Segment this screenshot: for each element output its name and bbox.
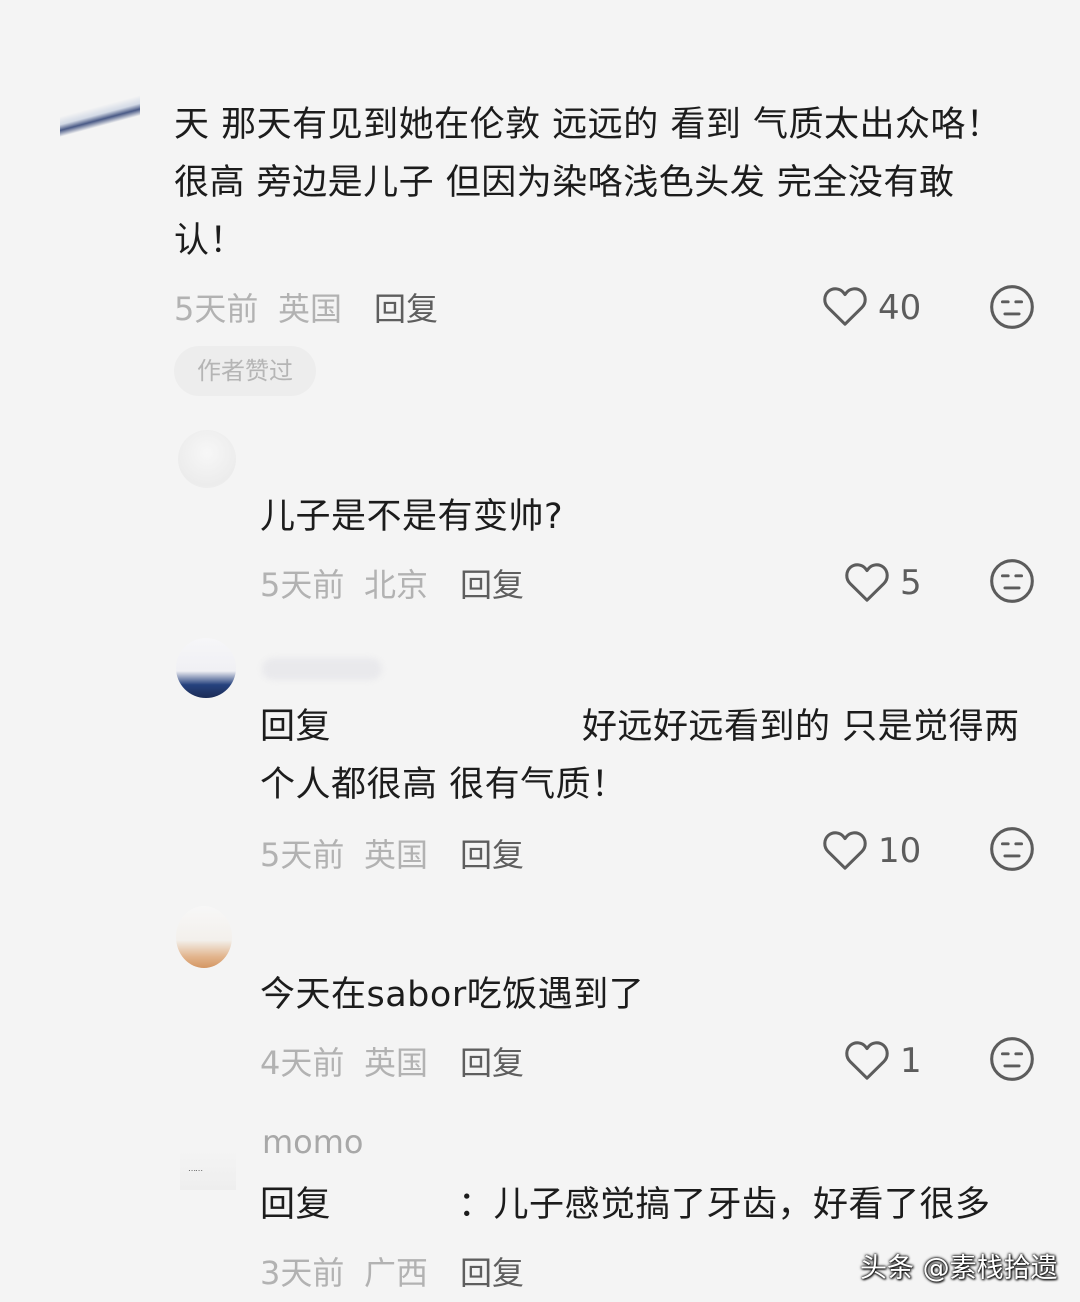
reply-time: 4天前	[260, 1044, 345, 1082]
reply-avatar[interactable]	[176, 638, 236, 698]
commenter-avatar[interactable]	[60, 80, 140, 140]
reply-line: 个人都很高 很有气质！	[260, 765, 627, 805]
comment-line: 很高 旁边是儿子 但因为染咯浅色头发 完全没有敢	[174, 163, 955, 203]
reply-avatar[interactable]: ⋯⋯	[180, 1150, 236, 1190]
comment-line: 认！	[174, 221, 246, 261]
like-count: 10	[878, 831, 922, 871]
like-heart-icon[interactable]	[822, 828, 868, 872]
reply-avatar[interactable]	[176, 906, 232, 968]
reply-time: 3天前	[260, 1254, 345, 1292]
reply-time: 5天前	[260, 566, 345, 604]
like-heart-icon[interactable]	[844, 1038, 890, 1082]
reply-button[interactable]: 回复	[460, 830, 524, 876]
reply-location: 英国	[364, 1044, 429, 1082]
reply-text: 今天在sabor吃饭遇到了	[260, 966, 1040, 1024]
reply-line: 今天在sabor吃饭遇到了	[260, 975, 645, 1015]
reply-location: 英国	[364, 836, 429, 874]
comment-time: 5天前	[174, 290, 259, 328]
reply-line: 儿子是不是有变帅?	[260, 497, 564, 537]
comment-list: 天 那天有见到她在伦敦 远远的 看到 气质太出众咯！ 很高 旁边是儿子 但因为染…	[0, 0, 1080, 1302]
like-count: 5	[900, 563, 922, 603]
reply-location: 北京	[364, 566, 429, 604]
watermark: 头条 @素栈拾遗	[860, 1253, 1058, 1284]
reply-prefix: 回复	[260, 707, 332, 747]
neutral-face-icon[interactable]	[989, 1036, 1035, 1082]
reply-prefix: 回复	[260, 1185, 332, 1225]
like-heart-icon[interactable]	[844, 560, 890, 604]
reply-button[interactable]: 回复	[460, 560, 524, 606]
comment-location: 英国	[278, 290, 343, 328]
neutral-face-icon[interactable]	[989, 284, 1035, 330]
reply-avatar[interactable]	[178, 430, 236, 488]
comment-text: 天 那天有见到她在伦敦 远远的 看到 气质太出众咯！ 很高 旁边是儿子 但因为染…	[174, 96, 1054, 270]
comment-line: 天 那天有见到她在伦敦 远远的 看到 气质太出众咯！	[174, 105, 1002, 145]
reply-line: ：儿子感觉搞了牙齿，好看了很多	[458, 1185, 991, 1225]
reply-text: 儿子是不是有变帅?	[260, 488, 1040, 546]
reply-time: 5天前	[260, 836, 345, 874]
blurred-username	[262, 658, 382, 680]
like-heart-icon[interactable]	[822, 284, 868, 328]
like-count: 1	[900, 1041, 922, 1081]
reply-line: 好远好远看到的 只是觉得两	[582, 707, 1020, 747]
reply-location: 广西	[364, 1254, 429, 1292]
like-count: 40	[878, 288, 922, 328]
reply-button[interactable]: 回复	[374, 284, 438, 330]
reply-text: 回复 好远好远看到的 只是觉得两 个人都很高 很有气质！	[260, 698, 1050, 814]
reply-username[interactable]: momo	[262, 1132, 364, 1158]
author-liked-badge: 作者赞过	[174, 346, 316, 396]
reply-text: 回复 ：儿子感觉搞了牙齿，好看了很多	[260, 1176, 1050, 1234]
neutral-face-icon[interactable]	[989, 826, 1035, 872]
reply-button[interactable]: 回复	[460, 1038, 524, 1084]
reply-button[interactable]: 回复	[460, 1248, 524, 1294]
neutral-face-icon[interactable]	[989, 558, 1035, 604]
